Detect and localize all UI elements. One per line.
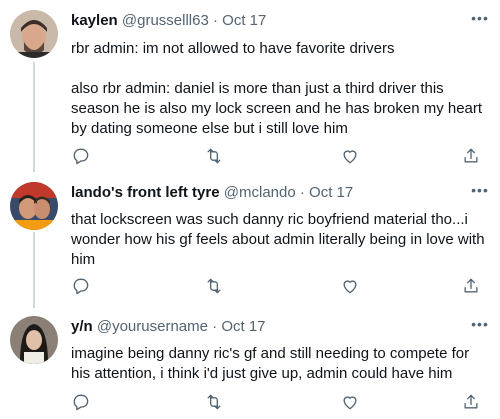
more-options-icon[interactable]: •••: [470, 11, 490, 28]
share-icon[interactable]: [461, 392, 483, 414]
tweet-actions: [71, 146, 481, 168]
separator: ·: [299, 184, 305, 201]
display-name[interactable]: kaylen: [71, 12, 118, 29]
tweet-text: imagine being danny ric's gf and still n…: [71, 345, 474, 382]
like-icon[interactable]: [340, 276, 362, 298]
tweet-header: y/n @yourusername · Oct 17: [71, 318, 266, 335]
avatar[interactable]: [10, 182, 58, 230]
like-icon[interactable]: [340, 146, 362, 168]
retweet-icon[interactable]: [204, 392, 226, 414]
tweet-3[interactable]: y/n @yourusername · Oct 17 ••• imagine b…: [0, 306, 500, 419]
tweet-header: kaylen @grusselll63 · Oct 17: [71, 12, 266, 29]
separator: ·: [212, 318, 218, 335]
retweet-icon[interactable]: [204, 276, 226, 298]
share-icon[interactable]: [461, 146, 483, 168]
display-name[interactable]: lando's front left tyre: [71, 184, 220, 201]
thread-line: [33, 232, 35, 308]
handle[interactable]: @grusselll63: [122, 12, 209, 29]
more-options-icon[interactable]: •••: [470, 317, 490, 334]
handle[interactable]: @yourusername: [97, 318, 208, 335]
handle[interactable]: @mclando: [224, 184, 296, 201]
reply-icon[interactable]: [71, 276, 93, 298]
reply-icon[interactable]: [71, 392, 93, 414]
tweet-1[interactable]: kaylen @grusselll63 · Oct 17 ••• rbr adm…: [0, 0, 500, 172]
tweet-text: that lockscreen was such danny ric boyfr…: [71, 211, 489, 268]
display-name[interactable]: y/n: [71, 318, 93, 335]
tweet-actions: [71, 392, 481, 414]
separator: ·: [212, 12, 218, 29]
timestamp[interactable]: Oct 17: [309, 184, 353, 201]
tweet-header: lando's front left tyre @mclando · Oct 1…: [71, 184, 353, 201]
avatar[interactable]: [10, 10, 58, 58]
retweet-icon[interactable]: [204, 146, 226, 168]
more-options-icon[interactable]: •••: [470, 183, 490, 200]
timestamp[interactable]: Oct 17: [222, 12, 266, 29]
share-icon[interactable]: [461, 276, 483, 298]
tweet-2[interactable]: lando's front left tyre @mclando · Oct 1…: [0, 172, 500, 308]
tweet-actions: [71, 276, 481, 298]
thread-line: [33, 62, 35, 172]
like-icon[interactable]: [340, 392, 362, 414]
reply-icon[interactable]: [71, 146, 93, 168]
tweet-text: rbr admin: im not allowed to have favori…: [71, 40, 483, 137]
timestamp[interactable]: Oct 17: [221, 318, 265, 335]
avatar[interactable]: [10, 316, 58, 364]
